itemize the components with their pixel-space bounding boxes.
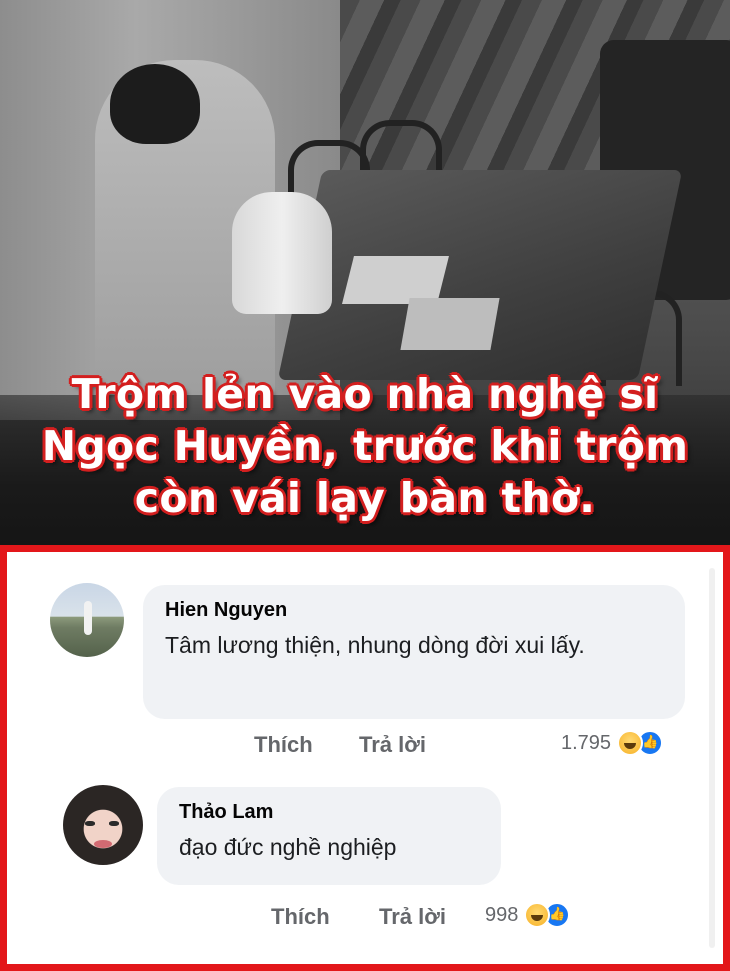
scrollbar[interactable]	[709, 568, 715, 948]
photo-box	[400, 298, 500, 350]
reply-action[interactable]: Trả lời	[379, 904, 446, 930]
avatar[interactable]	[63, 785, 143, 865]
avatar-eye	[85, 821, 95, 826]
comment-bubble: Hien Nguyen Tâm lương thiện, nhung dòng …	[143, 585, 685, 719]
like-action[interactable]: Thích	[271, 904, 330, 930]
reaction-count: 1.795	[561, 731, 612, 754]
cctv-photo: Trộm lẻn vào nhà nghệ sĩ Ngọc Huyền, trư…	[0, 0, 730, 545]
photo-bucket	[232, 192, 332, 314]
comment-bubble: Thảo Lam đạo đức nghề nghiệp	[157, 787, 501, 885]
like-action[interactable]: Thích	[254, 732, 313, 758]
photo-helmet	[110, 64, 200, 144]
comment-text: Tâm lương thiện, nhung dòng đời xui lấy.	[165, 632, 585, 658]
reply-action[interactable]: Trả lời	[359, 732, 426, 758]
commenter-name[interactable]: Thảo Lam	[179, 801, 479, 824]
comment-text: đạo đức nghề nghiệp	[179, 834, 397, 860]
photo-box	[342, 256, 449, 304]
headline-line: còn vái lạy bàn thờ.	[134, 474, 596, 522]
reaction-summary[interactable]: 1.795 👍	[561, 730, 664, 756]
avatar-mouth	[94, 840, 112, 848]
haha-icon	[524, 902, 551, 928]
commenter-name[interactable]: Hien Nguyen	[165, 599, 663, 622]
comments-panel: Hien Nguyen Tâm lương thiện, nhung dòng …	[0, 545, 730, 971]
reaction-summary[interactable]: 998 👍	[485, 902, 571, 928]
headline-line: Ngọc Huyền, trước khi trộm	[41, 422, 689, 470]
headline: Trộm lẻn vào nhà nghệ sĩ Ngọc Huyền, trư…	[0, 368, 730, 524]
headline-line: Trộm lẻn vào nhà nghệ sĩ	[71, 370, 659, 418]
reaction-count: 998	[485, 903, 519, 926]
haha-icon	[617, 730, 644, 756]
avatar-eye	[109, 821, 119, 826]
avatar[interactable]	[50, 583, 124, 657]
